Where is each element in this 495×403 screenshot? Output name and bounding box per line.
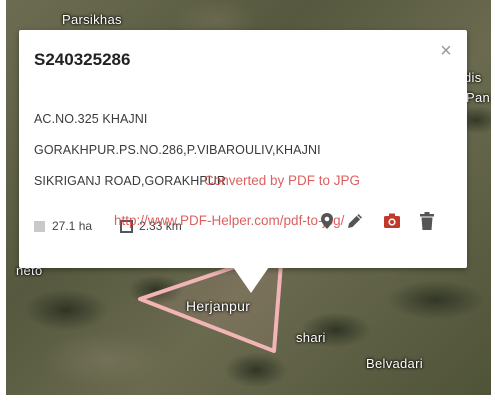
plot-id-title: S240325286: [34, 50, 131, 69]
trash-icon[interactable]: [416, 210, 438, 232]
close-icon[interactable]: ×: [437, 41, 455, 61]
address-line-3: SIKRIGANJ ROAD,GORAKHPUR: [34, 174, 227, 188]
place-label-belvadari: Belvadari: [366, 356, 423, 371]
area-value: 27.1 ha: [52, 219, 93, 233]
watermark-text: Converted by PDF to JPG: [204, 173, 361, 188]
satellite-map[interactable]: Parsikhas dis Pan neto Herjanpur shari B…: [6, 0, 491, 395]
place-label-edge-mid: Pan: [466, 90, 491, 105]
address-line-1: AC.NO.325 KHAJNI: [34, 112, 148, 126]
screenshot-frame: Parsikhas dis Pan neto Herjanpur shari B…: [0, 0, 495, 403]
watermark-url: http://www.PDF-Helper.com/pdf-to-jpg/: [114, 213, 345, 228]
address-line-2: GORAKHPUR.PS.NO.286,P.VIBAROULIV,KHAJNI: [34, 143, 321, 157]
place-label-shari: shari: [296, 330, 326, 345]
popup-pointer: [233, 267, 269, 293]
place-label-herjanpur: Herjanpur: [186, 298, 251, 314]
area-icon: [34, 220, 45, 232]
pencil-icon[interactable]: [344, 210, 366, 232]
camera-icon[interactable]: [381, 210, 403, 232]
info-popup: S240325286 × AC.NO.325 KHAJNI GORAKHPUR.…: [19, 30, 467, 293]
map-pin-icon[interactable]: [316, 210, 338, 232]
place-label-parsikhas: Parsikhas: [62, 12, 122, 27]
